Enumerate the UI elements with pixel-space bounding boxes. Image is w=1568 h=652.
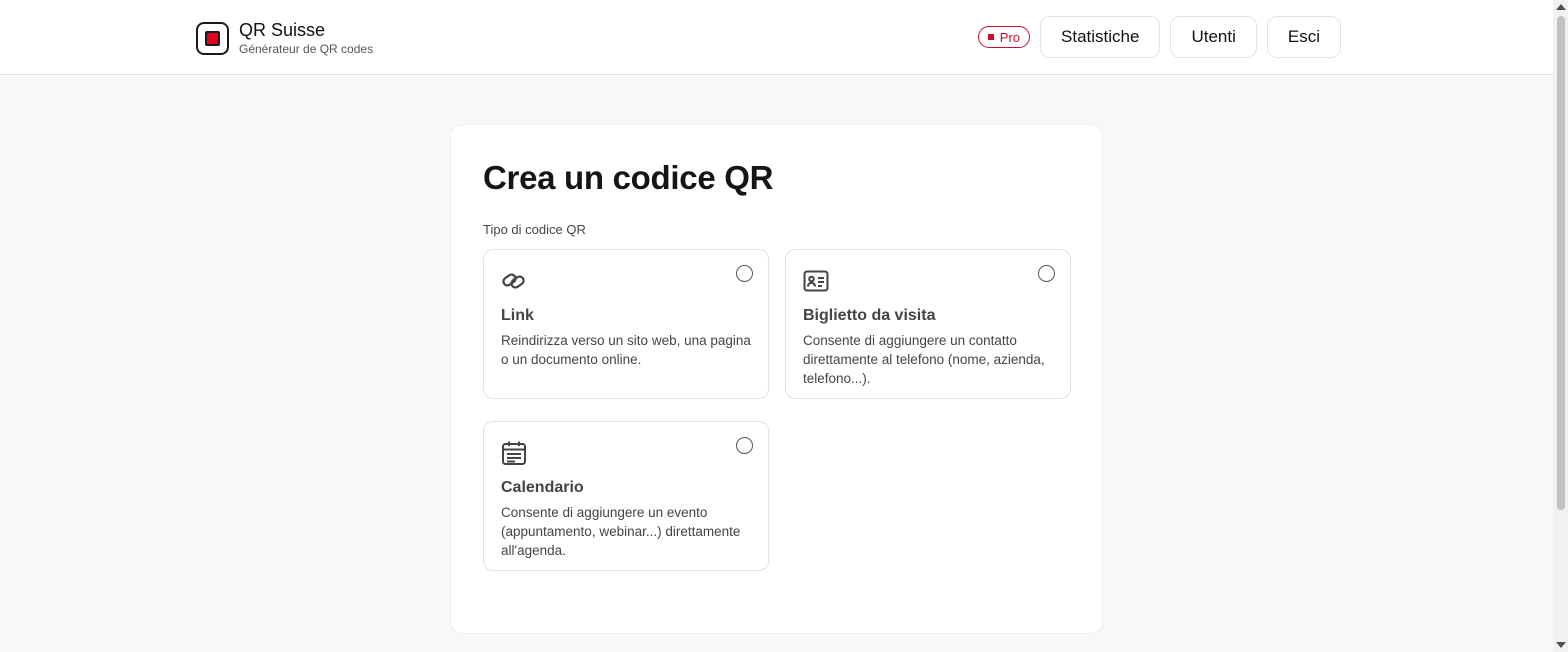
logout-button[interactable]: Esci [1266, 16, 1341, 58]
option-business-card[interactable]: Biglietto da visita Consente di aggiunge… [785, 249, 1071, 399]
option-link[interactable]: Link Reindirizza verso un sito web, una … [483, 249, 769, 399]
calendar-icon [502, 441, 526, 465]
option-business-card-title: Biglietto da visita [803, 307, 936, 324]
option-link-description: Reindirizza verso un sito web, una pagin… [501, 333, 751, 367]
brand[interactable]: QR Suisse Générateur de QR codes [196, 20, 373, 56]
option-calendar-title: Calendario [501, 479, 584, 496]
option-link-title: Link [501, 307, 534, 324]
qr-logo-icon [196, 21, 229, 55]
users-button[interactable]: Utenti [1170, 16, 1257, 58]
contact-card-icon [803, 270, 829, 292]
scroll-down-arrow-icon[interactable] [1556, 642, 1566, 648]
option-link-radio[interactable] [736, 265, 753, 282]
option-business-card-radio[interactable] [1038, 265, 1055, 282]
top-nav: Pro Statistiche Utenti Esci [977, 16, 1341, 58]
page-title: Crea un codice QR [483, 159, 774, 196]
option-calendar[interactable]: Calendario Consente di aggiungere un eve… [483, 421, 769, 571]
option-calendar-description: Consente di aggiungere un evento (appunt… [501, 505, 741, 558]
brand-subtitle: Générateur de QR codes [239, 42, 374, 56]
option-calendar-radio[interactable] [736, 437, 753, 454]
qr-type-label: Tipo di codice QR [483, 222, 586, 237]
pro-badge-label: Pro [999, 29, 1021, 45]
vertical-scrollbar[interactable] [1553, 0, 1568, 652]
scrollbar-thumb[interactable] [1557, 16, 1565, 510]
create-qr-card: Crea un codice QR Tipo di codice QR Link… [450, 124, 1103, 634]
pro-badge: Pro [977, 26, 1031, 48]
square-icon [987, 34, 994, 40]
option-business-card-description: Consente di aggiungere un contatto diret… [803, 333, 1045, 386]
statistics-button[interactable]: Statistiche [1040, 16, 1161, 58]
top-header: QR Suisse Générateur de QR codes Pro Sta… [0, 0, 1553, 75]
scroll-up-arrow-icon[interactable] [1556, 4, 1566, 10]
link-icon [502, 273, 525, 289]
brand-title: QR Suisse [239, 20, 326, 40]
